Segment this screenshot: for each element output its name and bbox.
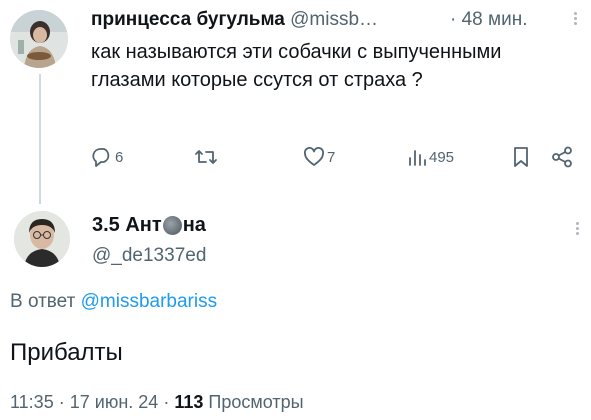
tweet1-handle[interactable]: @missb… — [290, 9, 378, 30]
tweet1-display-name[interactable]: принцесса бугульма — [91, 9, 285, 30]
tweet1-text: как называются эти собачки с выпученными… — [91, 41, 502, 91]
tweet1-separator: · — [450, 9, 457, 30]
tweet2-handle[interactable]: @_de1337ed — [92, 245, 206, 267]
tweet1-timestamp[interactable]: · 48 мин. — [450, 9, 527, 31]
retweet-button[interactable] — [194, 142, 220, 172]
meta-separator: · — [163, 392, 170, 412]
reply-button[interactable]: 6 — [91, 142, 123, 172]
like-button[interactable]: 7 — [303, 142, 335, 172]
tweet2-name-part2: на — [182, 214, 206, 236]
reply-prefix: В ответ — [10, 291, 76, 312]
reply-count: 6 — [115, 148, 124, 166]
tweet2-meta: 11:35 · 17 июн. 24 · 113 Просмотры — [10, 392, 304, 413]
tweet2-views-count: 113 — [174, 392, 204, 412]
views-icon — [409, 150, 426, 166]
tweet2-time[interactable]: 11:35 — [10, 392, 54, 412]
retweet-icon — [195, 150, 217, 164]
tweet2-date[interactable]: 17 июн. 24 — [70, 392, 159, 412]
like-icon — [304, 147, 324, 166]
views-button[interactable]: 495 — [407, 142, 454, 172]
reply-to-link[interactable]: @missbarbariss — [81, 291, 217, 312]
views-count: 495 — [429, 148, 455, 166]
more-icon[interactable] — [568, 10, 582, 30]
tweet1-header: принцесса бугульма @missb… — [91, 9, 378, 31]
share-icon — [552, 146, 572, 168]
avatar-princess[interactable] — [10, 10, 68, 68]
like-count: 7 — [327, 148, 336, 166]
reply-icon — [92, 148, 110, 167]
tweet1-actions: 6 7 495 — [91, 142, 581, 172]
avatar-anton[interactable] — [14, 211, 70, 267]
bookmark-icon — [514, 147, 528, 167]
reply-context: В ответ @missbarbariss — [10, 291, 217, 313]
share-button[interactable] — [551, 142, 573, 172]
tweet2-text: Прибалты — [10, 339, 123, 366]
moon-emoji — [162, 216, 182, 235]
thread-line — [39, 74, 41, 204]
more-icon[interactable] — [570, 220, 584, 240]
bookmark-button[interactable] — [512, 142, 530, 172]
tweet2-name-part1: 3.5 Ант — [92, 214, 162, 236]
meta-separator: · — [58, 392, 65, 412]
tweet1-time[interactable]: 48 мин. — [462, 9, 528, 30]
tweet2-views-label: Просмотры — [208, 392, 304, 412]
tweet2-display-name[interactable]: 3.5 Ант на — [92, 214, 206, 237]
